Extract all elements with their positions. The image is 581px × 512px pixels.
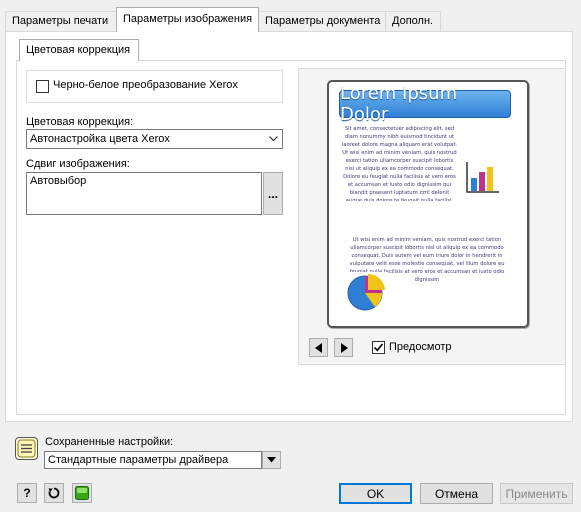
apply-button[interactable]: Применить [500, 483, 573, 504]
bar-chart-icon [465, 160, 501, 194]
color-correction-value: Автонастройка цвета Xerox [30, 133, 170, 145]
status-button[interactable] [72, 483, 92, 503]
triangle-right-icon [340, 342, 348, 353]
chevron-down-icon [265, 130, 282, 148]
preview-paragraph-1: Sit amet, consectetuer adipiscing elit, … [341, 126, 458, 201]
image-shift-field[interactable]: Автовыбор [26, 172, 262, 215]
color-correction-select[interactable]: Автонастройка цвета Xerox [26, 129, 283, 149]
pie-chart-icon [346, 272, 388, 312]
tab-print-options[interactable]: Параметры печати [5, 11, 117, 31]
bw-conversion-checkbox[interactable] [36, 80, 49, 93]
preview-checkbox-label: Предосмотр [389, 341, 452, 353]
image-shift-browse-button[interactable]: ... [263, 172, 283, 215]
triangle-down-icon [267, 457, 276, 463]
saved-settings-dropdown-button[interactable] [262, 451, 281, 469]
saved-settings-select[interactable]: Стандартные параметры драйвера [44, 451, 262, 469]
saved-settings-icon [15, 437, 38, 460]
cancel-button[interactable]: Отмена [420, 483, 493, 504]
tab-color-correction[interactable]: Цветовая коррекция [19, 39, 139, 61]
triangle-left-icon [314, 342, 322, 353]
color-correction-label: Цветовая коррекция: [26, 116, 134, 128]
green-square-icon [75, 486, 89, 500]
preview-prev-button[interactable] [309, 338, 328, 357]
preview-paragraph-1-tail [341, 202, 513, 226]
tab-advanced[interactable]: Дополн. [385, 11, 441, 31]
checkmark-icon [373, 343, 384, 352]
preview-page-title: Lorem Ipsum Dolor [339, 83, 511, 125]
preview-checkbox[interactable] [372, 341, 385, 354]
restore-defaults-button[interactable] [44, 483, 64, 503]
image-shift-value: Автовыбор [30, 175, 87, 187]
help-button[interactable]: ? [17, 483, 37, 503]
ok-button[interactable]: OK [339, 483, 412, 504]
tab-image-options[interactable]: Параметры изображения [116, 7, 259, 32]
refresh-icon [48, 487, 60, 499]
saved-settings-value: Стандартные параметры драйвера [48, 454, 229, 466]
bw-conversion-label: Черно-белое преобразование Xerox [53, 79, 238, 91]
image-shift-label: Сдвиг изображения: [26, 158, 130, 170]
saved-settings-label: Сохраненные настройки: [45, 436, 174, 448]
tab-document-options[interactable]: Параметры документа [258, 11, 386, 31]
preview-next-button[interactable] [334, 338, 353, 357]
